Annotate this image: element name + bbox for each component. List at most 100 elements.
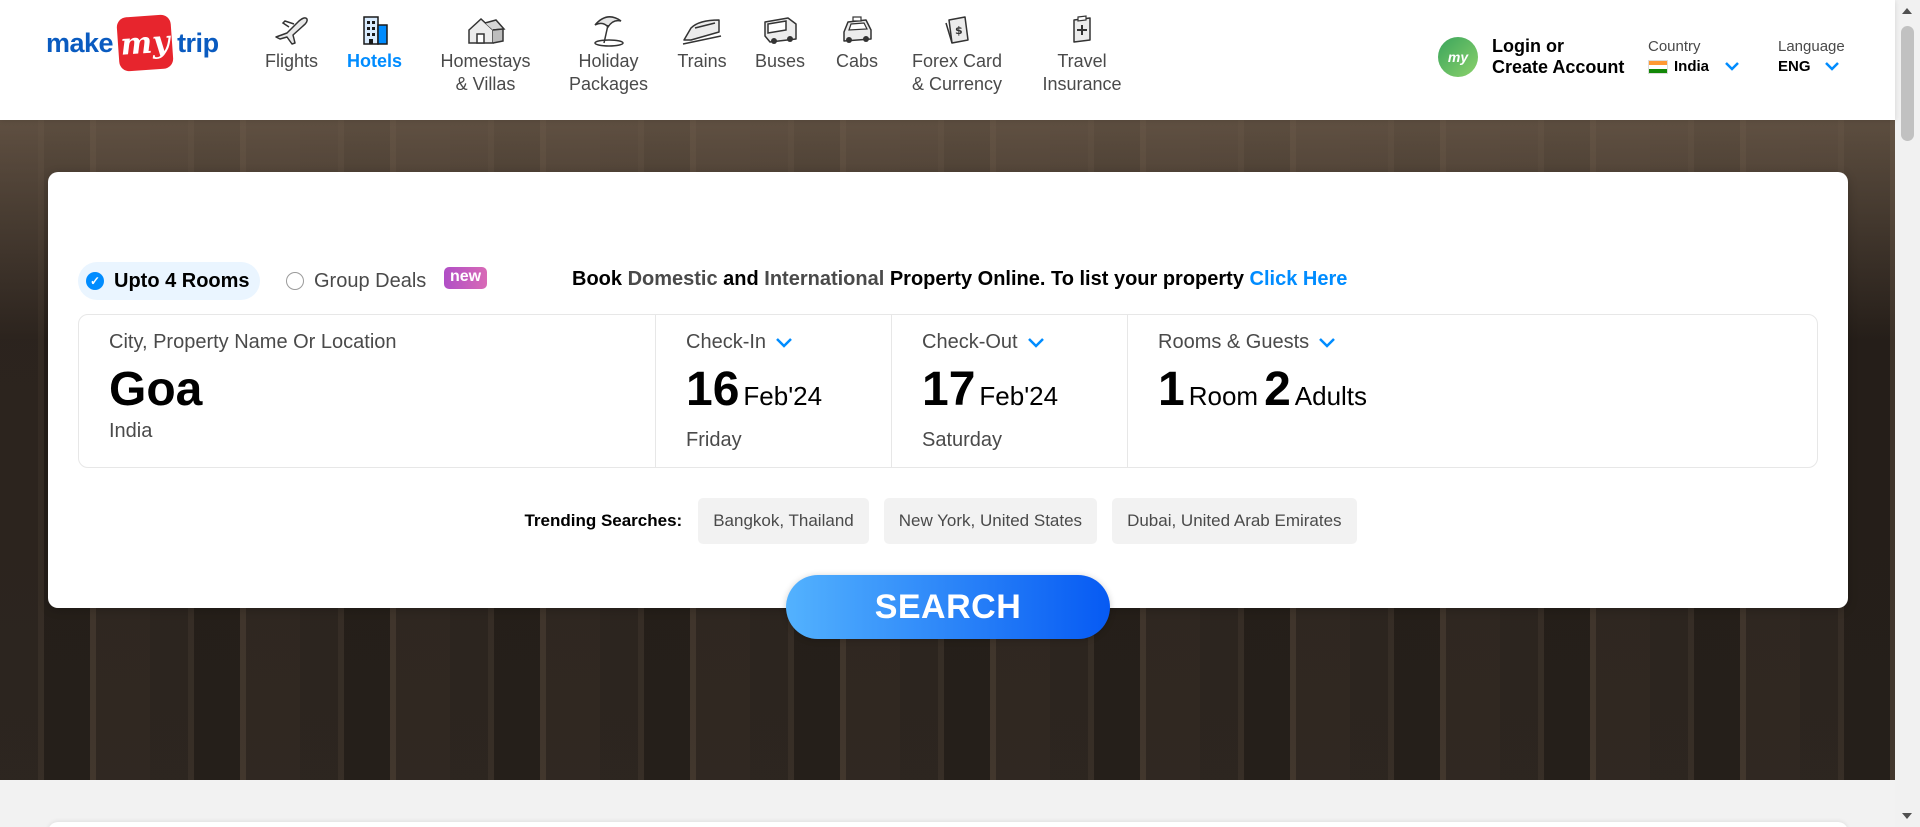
hotel-icon [359, 10, 391, 50]
checkout-weekday: Saturday [922, 429, 1003, 451]
login-line2: Create Account [1492, 57, 1625, 77]
nav-trains[interactable]: Trains [662, 10, 742, 96]
chevron-down-icon [1824, 62, 1839, 71]
checkout-day: 17 [922, 363, 976, 416]
nav-label: Trains [677, 51, 727, 71]
nav-holiday-packages[interactable]: Holiday Packages [555, 10, 662, 96]
checkin-label: Check-In [686, 331, 767, 353]
nav-buses[interactable]: Buses [742, 10, 818, 96]
promo-domestic: Domestic [627, 268, 718, 290]
city-field[interactable]: City, Property Name Or Location Goa Indi… [79, 315, 656, 467]
login-text: Login or Create Account [1492, 36, 1624, 78]
nav-travel-insurance[interactable]: Travel Insurance [1018, 10, 1146, 96]
checkout-label: Check-Out [922, 331, 1018, 353]
india-flag-icon [1648, 59, 1668, 74]
nav-label: Hotels [346, 51, 402, 71]
country-caption: Country [1648, 38, 1701, 55]
search-fields: City, Property Name Or Location Goa Indi… [78, 314, 1818, 468]
checkin-field[interactable]: Check-In 16 Feb'24 Friday [656, 315, 892, 467]
nav-label: Homestays & Villas [440, 51, 531, 94]
login-line1: Login or [1492, 36, 1564, 56]
checkin-month: Feb'24 [743, 381, 823, 411]
guests-value: 1 Room 2 Adults [1158, 362, 1787, 429]
trending-chip[interactable]: Dubai, United Arab Emirates [1112, 498, 1357, 544]
plane-icon [273, 10, 311, 50]
upto-4-rooms-label: Upto 4 Rooms [114, 269, 250, 292]
promo-international: International [764, 268, 885, 290]
rooms-text: Room [1188, 381, 1259, 411]
city-label: City, Property Name Or Location [109, 331, 397, 353]
chevron-down-icon [1027, 337, 1044, 348]
trending-chip[interactable]: New York, United States [883, 498, 1098, 544]
guests-label: Rooms & Guests [1158, 331, 1310, 353]
nav-hotels[interactable]: Hotels [333, 10, 416, 96]
trending-searches: Trending Searches: Bangkok, Thailand New… [48, 498, 1848, 544]
nav-flights[interactable]: Flights [250, 10, 333, 96]
cab-icon [838, 10, 876, 50]
login-create-account[interactable]: my Login or Create Account [1438, 36, 1624, 78]
language-value: ENG [1778, 58, 1845, 75]
nav-homestays[interactable]: Homestays & Villas [416, 10, 555, 96]
bus-icon [760, 10, 800, 50]
new-badge: new [444, 267, 488, 289]
chevron-down-icon [1319, 337, 1336, 348]
click-here-link[interactable]: Click Here [1250, 268, 1348, 290]
makemytrip-logo[interactable]: make my trip [46, 14, 221, 72]
nav-cabs[interactable]: Cabs [818, 10, 896, 96]
checkin-label-row: Check-In [686, 331, 861, 354]
nav-label: Buses [754, 51, 806, 71]
rooms-guests-field[interactable]: Rooms & Guests 1 Room 2 Adults [1128, 315, 1817, 467]
city-country: India [109, 420, 153, 442]
checkin-weekday: Friday [686, 429, 742, 451]
promo-text-3: Property Online. To list your property [884, 268, 1250, 290]
logo-trip: trip [177, 27, 219, 58]
forex-icon: $ [941, 10, 973, 50]
checkout-field[interactable]: Check-Out 17 Feb'24 Saturday [892, 315, 1128, 467]
myaccount-avatar-icon: my [1438, 37, 1478, 77]
adults-count: 2 [1264, 363, 1291, 416]
main-nav: Flights Hotels Homestays & Villas Holida… [250, 10, 1146, 96]
nav-label: Flights [264, 51, 318, 71]
promo-text-2: and [717, 268, 765, 290]
umbrella-icon [591, 10, 627, 50]
upto-4-rooms-option[interactable]: ✓ Upto 4 Rooms [78, 262, 260, 300]
language-name: ENG [1778, 58, 1811, 75]
search-button[interactable]: SEARCH [786, 575, 1110, 639]
train-icon [681, 10, 723, 50]
radio-unchecked-icon [286, 272, 304, 290]
group-deals-option[interactable]: Group Deals [286, 262, 426, 300]
scroll-down-arrow-icon[interactable] [1902, 813, 1912, 819]
rooms-count: 1 [1158, 363, 1185, 416]
chevron-down-icon [776, 337, 792, 348]
checkout-month: Feb'24 [979, 381, 1059, 411]
homestay-icon [465, 10, 507, 50]
insurance-icon [1068, 10, 1096, 50]
radio-checked-icon: ✓ [86, 272, 104, 290]
checkin-date: 16 Feb'24 [686, 362, 861, 429]
trending-chip[interactable]: Bangkok, Thailand [698, 498, 869, 544]
country-value: India [1648, 58, 1739, 75]
scroll-thumb[interactable] [1901, 26, 1914, 141]
adults-text: Adults [1294, 381, 1368, 411]
guests-label-row: Rooms & Guests [1158, 331, 1787, 354]
svg-text:$: $ [955, 24, 963, 37]
top-header: make my trip Flights Hotels Homestays & … [0, 0, 1895, 120]
logo-make: make [46, 27, 114, 58]
country-selector[interactable]: Country India [1648, 38, 1739, 75]
hotel-search-widget: ✓ Upto 4 Rooms Group Deals new Book Dome… [48, 172, 1848, 608]
country-name: India [1674, 58, 1710, 75]
checkin-day: 16 [686, 363, 740, 416]
nav-label: Cabs [835, 51, 879, 71]
nav-label: Travel Insurance [1042, 51, 1122, 94]
nav-forex[interactable]: $ Forex Card & Currency [896, 10, 1018, 96]
checkout-date: 17 Feb'24 [922, 362, 1097, 429]
checkout-label-row: Check-Out [922, 331, 1097, 354]
group-deals-label: Group Deals [314, 269, 427, 292]
language-caption: Language [1778, 38, 1845, 55]
page-scrollbar[interactable] [1895, 0, 1920, 827]
list-property-promo: Book Domestic and International Property… [572, 268, 1347, 291]
logo-my: my [116, 14, 174, 72]
chevron-down-icon [1725, 62, 1739, 71]
scroll-up-arrow-icon[interactable] [1902, 8, 1912, 14]
language-selector[interactable]: Language ENG [1778, 38, 1845, 75]
